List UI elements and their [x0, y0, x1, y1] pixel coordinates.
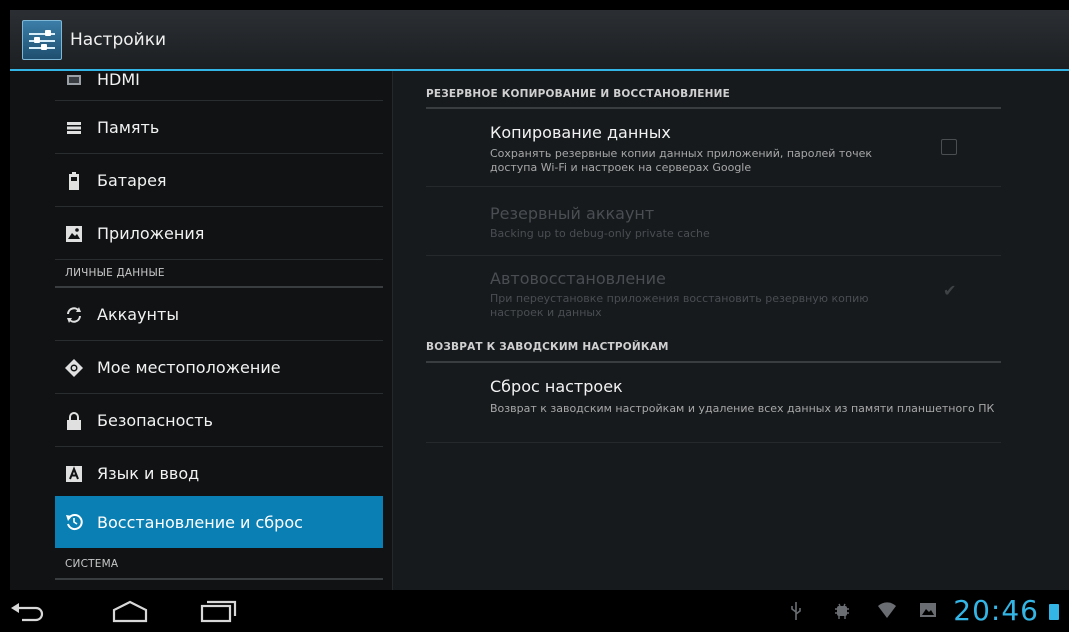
sidebar-item-label: Приложения: [97, 224, 205, 243]
sidebar-item-storage[interactable]: Память: [55, 102, 383, 154]
category-personal: ЛИЧНЫЕ ДАННЫЕ: [65, 267, 165, 279]
row-divider: [426, 255, 1001, 256]
app-title: Настройки: [70, 29, 167, 50]
sidebar-item-label: HDMI: [97, 71, 140, 89]
keyboard-icon: [65, 465, 83, 483]
battery-icon: [65, 171, 83, 190]
wifi-icon: [878, 602, 896, 622]
sidebar-item-battery[interactable]: Батарея: [55, 155, 383, 207]
hdmi-icon: [65, 71, 83, 89]
pref-summary: Возврат к заводским настройкам и удалени…: [490, 402, 995, 415]
section-header-factory: ВОЗВРАТ К ЗАВОДСКИМ НАСТРОЙКАМ: [426, 341, 669, 353]
sidebar-item-accounts[interactable]: Аккаунты: [55, 289, 383, 341]
backup-reset-panel: РЕЗЕРВНОЕ КОПИРОВАНИЕ И ВОССТАНОВЛЕНИЕ К…: [393, 71, 1069, 590]
sidebar-item-hdmi[interactable]: HDMI: [55, 71, 383, 101]
recent-apps-button[interactable]: [196, 598, 240, 624]
pref-title: Сброс настроек: [490, 377, 623, 396]
row-divider: [426, 186, 1001, 187]
debug-icon: [834, 602, 850, 624]
section-header-backup: РЕЗЕРВНОЕ КОПИРОВАНИЕ И ВОССТАНОВЛЕНИЕ: [426, 88, 731, 100]
sync-icon: [65, 306, 83, 324]
pref-summary: Сохранять резервные копии данных приложе…: [490, 147, 872, 174]
location-icon: [65, 358, 83, 377]
sidebar-item-security[interactable]: Безопасность: [55, 395, 383, 447]
category-divider: [55, 578, 383, 580]
checkmark-icon: ✔: [943, 281, 957, 300]
action-bar: Настройки: [10, 10, 1069, 69]
sidebar-item-label: Безопасность: [97, 411, 213, 430]
sidebar-item-backup-reset[interactable]: Восстановление и сброс: [55, 496, 383, 548]
sidebar-item-label: Мое местоположение: [97, 358, 281, 377]
storage-icon: [65, 119, 83, 137]
system-bar: 20:46: [0, 590, 1069, 632]
sidebar-item-label: Аккаунты: [97, 305, 179, 324]
back-button[interactable]: [8, 598, 52, 624]
sidebar-item-apps[interactable]: Приложения: [55, 208, 383, 260]
settings-sidebar: HDMI Память Батарея Приложения ЛИЧНЫЕ ДА…: [10, 71, 383, 590]
pref-summary: При переустановке приложения восстановит…: [490, 292, 869, 319]
restore-icon: [65, 513, 83, 531]
sidebar-item-label: Язык и ввод: [97, 464, 200, 483]
battery-status-icon: [1049, 604, 1059, 620]
category-system: СИСТЕМА: [65, 558, 119, 570]
sidebar-item-language[interactable]: Язык и ввод: [55, 448, 383, 500]
settings-app-icon[interactable]: [22, 19, 62, 60]
sidebar-item-label: Батарея: [97, 171, 167, 190]
pref-summary: Backing up to debug-only private cache: [490, 227, 710, 240]
settings-main: HDMI Память Батарея Приложения ЛИЧНЫЕ ДА…: [10, 71, 1069, 590]
backup-data-checkbox[interactable]: [941, 139, 957, 155]
pref-title: Копирование данных: [490, 123, 671, 142]
status-clock: 20:46: [953, 594, 1039, 627]
sidebar-item-location[interactable]: Мое местоположение: [55, 342, 383, 394]
apps-icon: [65, 225, 83, 243]
lock-icon: [65, 411, 83, 430]
row-divider: [426, 442, 1001, 443]
usb-icon: [790, 602, 802, 624]
sidebar-item-label: Память: [97, 118, 160, 137]
section-divider: [426, 107, 1001, 109]
section-divider: [426, 361, 1001, 363]
category-divider: [55, 286, 383, 288]
sidebar-item-label: Восстановление и сброс: [97, 512, 303, 532]
screenshot-icon: [920, 602, 936, 622]
pref-title: Автовосстановление: [490, 269, 666, 288]
home-button[interactable]: [108, 598, 152, 624]
pref-title: Резервный аккаунт: [490, 204, 655, 223]
